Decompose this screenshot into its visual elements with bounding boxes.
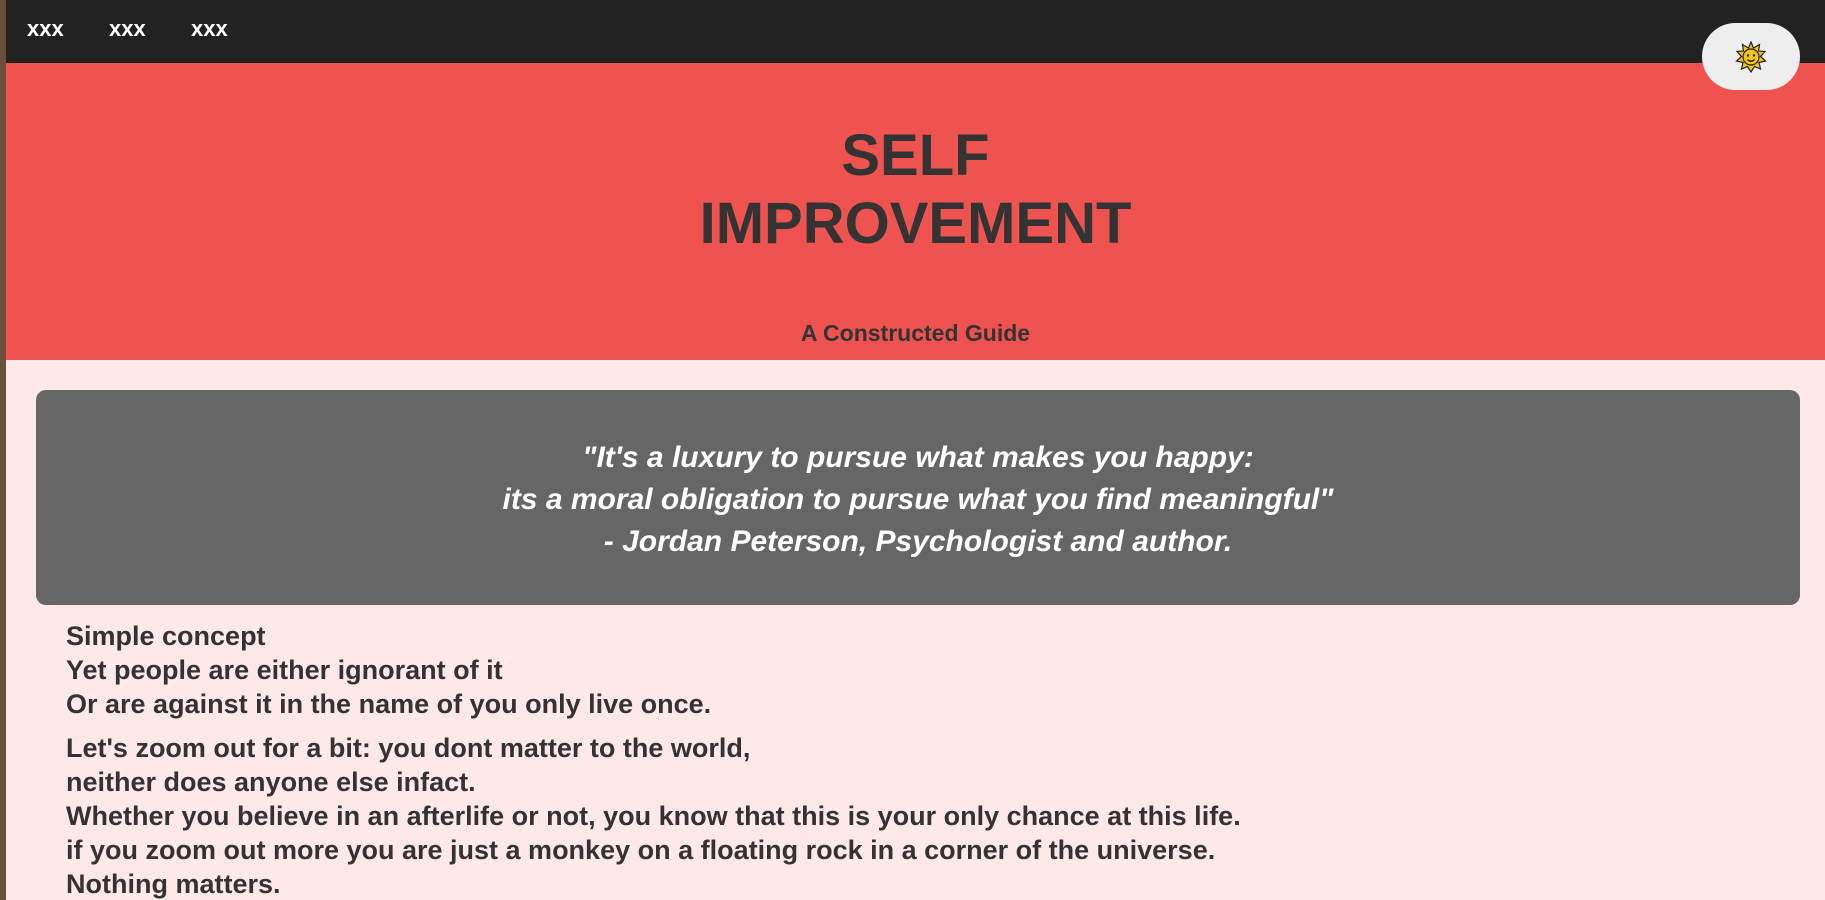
quote-line-1: "It's a luxury to pursue what makes you … (582, 441, 1254, 474)
page-title-line-1: SELF (841, 123, 990, 188)
theme-toggle-button[interactable] (1702, 23, 1800, 90)
page: xxx xxx xxx SELF IMPROVEMENT A Construct… (6, 0, 1825, 900)
page-title: SELF IMPROVEMENT (6, 122, 1825, 258)
paragraph-line: Let's zoom out for a bit: you dont matte… (66, 733, 751, 763)
zoom-out-paragraph: Let's zoom out for a bit: you dont matte… (66, 731, 1766, 900)
navbar: xxx xxx xxx (6, 0, 1825, 63)
quote-box: "It's a luxury to pursue what makes you … (36, 390, 1800, 605)
nav-link-3[interactable]: xxx (191, 16, 228, 42)
quote-line-2: its a moral obligation to pursue what yo… (502, 483, 1334, 516)
paragraph-line: Or are against it in the name of you onl… (66, 689, 712, 719)
paragraph-line: if you zoom out more you are just a monk… (66, 835, 1216, 865)
paragraph-line: neither does anyone else infact. (66, 767, 476, 797)
quote-attribution: - Jordan Peterson, Psychologist and auth… (603, 525, 1233, 558)
intro-paragraph: Simple concept Yet people are either ign… (66, 619, 1766, 721)
page-subtitle: A Constructed Guide (800, 320, 1031, 346)
page-title-line-2: IMPROVEMENT (699, 191, 1132, 256)
nav-link-1[interactable]: xxx (27, 16, 64, 42)
paragraph-line: Nothing matters. (66, 869, 281, 899)
paragraph-line: Whether you believe in an afterlife or n… (66, 801, 1241, 831)
paragraph-line: Yet people are either ignorant of it (66, 655, 503, 685)
paragraph-line: Simple concept (66, 621, 266, 651)
sun-icon (1735, 40, 1767, 73)
hero-banner: SELF IMPROVEMENT A Constructed Guide (6, 63, 1825, 360)
nav-link-2[interactable]: xxx (109, 16, 146, 42)
